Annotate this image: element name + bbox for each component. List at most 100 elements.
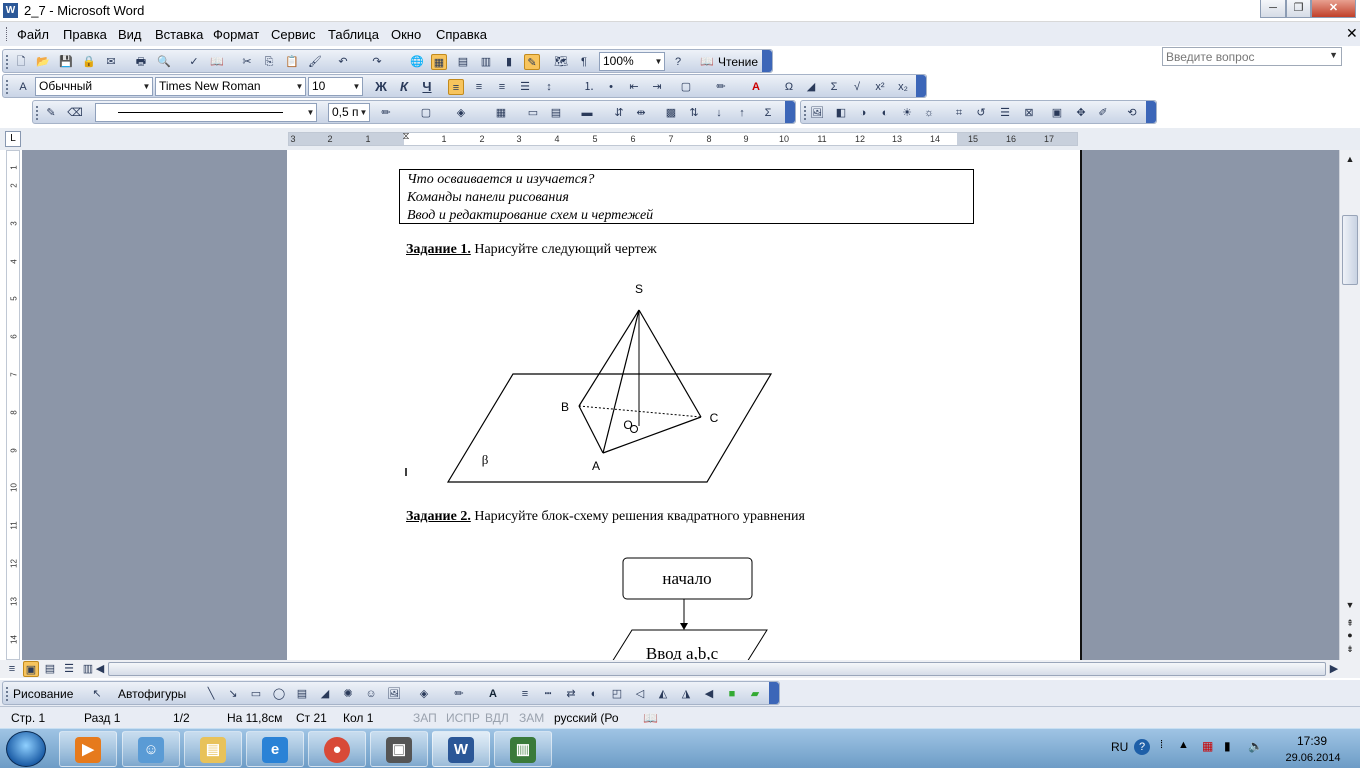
vertical-scrollbar[interactable]: ▲ ▼ ⇞ ● ⇟ bbox=[1339, 150, 1360, 660]
font-color-icon[interactable]: A bbox=[748, 79, 764, 95]
font-size-select[interactable]: 10 ▼ bbox=[308, 77, 363, 96]
web-view-icon[interactable]: ▣ bbox=[23, 661, 39, 677]
chevron-down-icon[interactable]: ▼ bbox=[305, 104, 316, 121]
toolbar-options-chevron[interactable] bbox=[1146, 101, 1156, 123]
rotate-icon[interactable]: ↺ bbox=[973, 105, 989, 121]
reset-picture-icon[interactable]: ⟲ bbox=[1124, 105, 1140, 121]
reading-mode-icon[interactable]: 📖 bbox=[699, 54, 715, 70]
restore-button[interactable]: ❐ bbox=[1286, 0, 1311, 18]
toolbar-grip[interactable] bbox=[6, 55, 9, 69]
chevron-down-icon[interactable]: ▼ bbox=[1329, 50, 1338, 60]
sort-ascending-icon[interactable]: ↓ bbox=[711, 105, 727, 121]
print-preview-icon[interactable]: 🔍 bbox=[156, 54, 172, 70]
insert-excel-icon[interactable]: ▥ bbox=[478, 54, 494, 70]
taskbar-app-chrome[interactable]: ● bbox=[308, 731, 366, 767]
3d-style-icon[interactable]: ▰ bbox=[747, 686, 763, 702]
action-center-icon[interactable]: ▲ bbox=[1178, 739, 1189, 751]
document-map-icon[interactable]: 🗺 bbox=[553, 54, 569, 70]
close-document-icon[interactable]: ✕ bbox=[1346, 25, 1358, 42]
tray-language[interactable]: RU bbox=[1111, 740, 1128, 754]
drawing-icon[interactable]: ✎ bbox=[524, 54, 540, 70]
taskbar-app-word[interactable]: W bbox=[432, 731, 490, 767]
power-icon[interactable]: ▮ bbox=[1224, 739, 1231, 753]
scroll-thumb[interactable] bbox=[1342, 215, 1358, 285]
menu-help[interactable]: Справка bbox=[436, 27, 487, 42]
rectangle-icon[interactable]: ▭ bbox=[248, 686, 264, 702]
rotate-left-icon[interactable]: ◀ bbox=[701, 686, 717, 702]
color-icon[interactable]: ◧ bbox=[833, 105, 849, 121]
menu-format[interactable]: Формат bbox=[213, 27, 259, 42]
zoom-select[interactable]: 100% ▼ bbox=[599, 52, 665, 71]
fill-color-icon[interactable]: ◈ bbox=[416, 686, 432, 702]
help-icon[interactable]: ? bbox=[1134, 739, 1150, 755]
line-color-icon[interactable]: ✏ bbox=[451, 686, 467, 702]
volume-icon[interactable]: 🔈 bbox=[1248, 739, 1263, 753]
edge-sc[interactable] bbox=[638, 309, 702, 418]
shadow-style-icon[interactable]: ■ bbox=[724, 686, 740, 702]
3d-icon[interactable]: ◰ bbox=[609, 686, 625, 702]
scroll-down-icon[interactable]: ▼ bbox=[1343, 598, 1357, 612]
hyperlink-icon[interactable]: 🌐 bbox=[409, 54, 425, 70]
bullets-icon[interactable]: • bbox=[603, 79, 619, 95]
toolbar-grip[interactable] bbox=[36, 106, 39, 120]
distribute-columns-icon[interactable]: ⇹ bbox=[633, 105, 649, 121]
shadow-icon[interactable]: ◐ bbox=[586, 686, 602, 702]
taskbar-app-media-player[interactable]: ▶ bbox=[59, 731, 117, 767]
align-icon[interactable]: ◭ bbox=[655, 686, 671, 702]
taskbar-app-explorer[interactable]: ▤ bbox=[184, 731, 242, 767]
border-color-icon[interactable]: ✏ bbox=[378, 105, 394, 121]
paste-icon[interactable]: 📋 bbox=[284, 54, 300, 70]
tray-expand-icon[interactable]: ⁞ bbox=[1160, 739, 1163, 751]
ask-question-input[interactable]: Введите вопрос ▼ bbox=[1162, 47, 1342, 66]
status-language[interactable]: русский (Ро bbox=[554, 711, 619, 725]
split-cells-icon[interactable]: ▤ bbox=[548, 105, 564, 121]
compress-icon[interactable]: ⊠ bbox=[1021, 105, 1037, 121]
font-color-icon[interactable]: A bbox=[485, 686, 501, 702]
edge-ba[interactable] bbox=[578, 405, 604, 454]
toolbar-grip[interactable] bbox=[804, 106, 807, 120]
reading-mode-button[interactable]: Чтение bbox=[718, 55, 758, 69]
increase-indent-icon[interactable]: ⇥ bbox=[649, 79, 665, 95]
line-style-icon[interactable]: ☰ bbox=[997, 105, 1013, 121]
more-brightness-icon[interactable]: ☀ bbox=[899, 105, 915, 121]
highlight-icon[interactable]: ✏ bbox=[713, 79, 729, 95]
clip-art-icon[interactable]: ☺ bbox=[363, 686, 379, 702]
next-page-icon[interactable]: ⇟ bbox=[1343, 642, 1357, 656]
chevron-down-icon[interactable]: ▼ bbox=[141, 78, 152, 95]
edge-sa[interactable] bbox=[602, 309, 640, 454]
cut-icon[interactable]: ✂ bbox=[239, 54, 255, 70]
align-left-icon[interactable]: ≡ bbox=[448, 79, 464, 95]
format-painter-icon[interactable]: 🖌 bbox=[307, 54, 323, 70]
status-rec[interactable]: ЗАП bbox=[413, 711, 437, 725]
oval-icon[interactable]: ◯ bbox=[271, 686, 287, 702]
toolbar-options-chevron[interactable] bbox=[916, 75, 926, 97]
columns-icon[interactable]: ▮ bbox=[501, 54, 517, 70]
print-icon[interactable]: 🖶 bbox=[133, 54, 149, 70]
horizontal-scrollbar[interactable] bbox=[108, 662, 1326, 676]
status-extend[interactable]: ВДЛ bbox=[485, 711, 509, 725]
vertical-ruler[interactable]: 1 2 3 4 5 6 7 8 9 10 11 12 13 14 bbox=[6, 150, 20, 660]
less-contrast-icon[interactable]: ◐ bbox=[877, 105, 893, 121]
decrease-indent-icon[interactable]: ⇤ bbox=[626, 79, 642, 95]
text-direction-icon[interactable]: ⇅ bbox=[686, 105, 702, 121]
align-right-icon[interactable]: ≡ bbox=[494, 79, 510, 95]
numbering-icon[interactable]: ⒈ bbox=[581, 79, 597, 95]
dash-style-icon[interactable]: ┅ bbox=[540, 686, 556, 702]
distribute-rows-icon[interactable]: ⇵ bbox=[611, 105, 627, 121]
line-style-icon[interactable]: ≡ bbox=[517, 686, 533, 702]
text-box-icon[interactable]: ▤ bbox=[294, 686, 310, 702]
outside-border-icon[interactable]: ▢ bbox=[418, 105, 434, 121]
align-cell-icon[interactable]: ▬ bbox=[579, 105, 595, 121]
start-button[interactable] bbox=[6, 731, 46, 767]
scroll-right-icon[interactable]: ▶ bbox=[1326, 661, 1342, 677]
menu-grip[interactable] bbox=[6, 27, 9, 41]
taskbar-app-monitor[interactable]: ▥ bbox=[494, 731, 552, 767]
spelling-status-icon[interactable]: 📖 bbox=[643, 711, 658, 725]
menu-file[interactable]: Файл bbox=[17, 27, 49, 42]
less-brightness-icon[interactable]: ☼ bbox=[921, 105, 937, 121]
font-select[interactable]: Times New Roman ▼ bbox=[155, 77, 306, 96]
line-weight-select[interactable]: 0,5 п ▼ bbox=[328, 103, 370, 122]
open-icon[interactable]: 📂 bbox=[35, 54, 51, 70]
show-formatting-icon[interactable]: ¶ bbox=[576, 54, 592, 70]
chevron-down-icon[interactable]: ▼ bbox=[294, 78, 305, 95]
